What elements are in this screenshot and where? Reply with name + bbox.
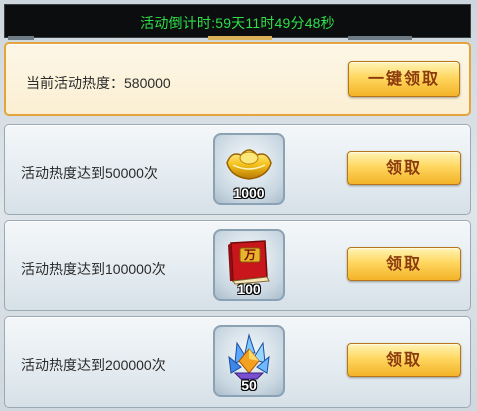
crystal-gem-icon	[228, 333, 270, 380]
countdown-text: 活动倒计时:59天11时49分48秒	[140, 15, 335, 31]
claim-button[interactable]: 领取	[347, 151, 461, 185]
countdown-bar: 活动倒计时:59天11时49分48秒	[4, 4, 471, 40]
reward-quantity: 50	[241, 377, 257, 393]
reward-item-slot[interactable]: 万 100	[213, 229, 285, 301]
tab-edge-left	[8, 36, 34, 40]
activity-heat-panel: 当前活动热度：580000 一键领取	[4, 42, 471, 116]
reward-condition-label: 活动热度达到100000次	[21, 261, 166, 277]
reward-condition-label: 活动热度达到200000次	[21, 357, 166, 373]
reward-row: 活动热度达到100000次 万 100 领取	[4, 220, 471, 311]
claim-all-button[interactable]: 一键领取	[348, 61, 460, 97]
reward-item-slot[interactable]: 1000	[213, 133, 285, 205]
reward-quantity: 1000	[233, 185, 265, 201]
tab-edge-right	[348, 36, 412, 40]
red-book-icon: 万	[228, 240, 270, 285]
reward-condition-label: 活动热度达到50000次	[21, 165, 158, 181]
reward-row: 活动热度达到50000次 1000 领取	[4, 124, 471, 215]
reward-row: 活动热度达到200000次 50 领取	[4, 316, 471, 408]
reward-quantity: 100	[237, 281, 261, 297]
current-heat-label: 当前活动热度：580000	[26, 75, 171, 91]
claim-button[interactable]: 领取	[347, 247, 461, 281]
reward-item-slot[interactable]: 50	[213, 325, 285, 397]
tab-edge-active	[208, 36, 272, 40]
book-character: 万	[243, 248, 256, 262]
claim-button[interactable]: 领取	[347, 343, 461, 377]
gold-ingot-icon	[226, 149, 272, 180]
